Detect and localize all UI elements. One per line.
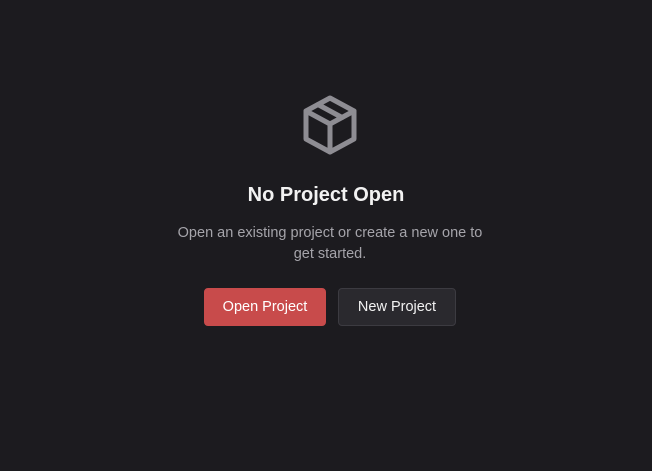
- empty-state-description: Open an existing project or create a new…: [177, 225, 483, 262]
- open-project-button[interactable]: Open Project: [204, 288, 326, 326]
- empty-state-actions: Open Project New Project: [0, 288, 652, 326]
- empty-state-title: No Project Open: [247, 184, 405, 206]
- empty-state-panel: No Project Open Open an existing project…: [0, 0, 652, 471]
- new-project-button[interactable]: New Project: [338, 288, 456, 326]
- package-icon: [301, 94, 359, 156]
